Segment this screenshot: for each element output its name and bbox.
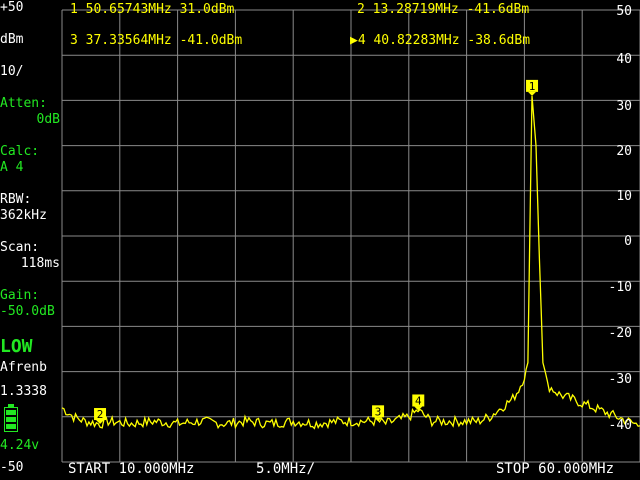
grid: [61, 9, 640, 463]
y-tick-label: -30: [608, 372, 632, 387]
marker-2-flag[interactable]: 2: [94, 408, 107, 425]
marker-2-readout[interactable]: 2 13.28719MHz -41.6dBm: [357, 2, 529, 17]
y-tick-label: 10: [616, 189, 632, 204]
marker-4-flag[interactable]: 4: [412, 394, 425, 411]
y-tick-label: 0: [624, 234, 632, 249]
right-axis: 50 40 30 20 10 0 -10 -20 -30 -40: [590, 0, 640, 480]
y-tick-label: -10: [608, 280, 632, 295]
stop-frequency[interactable]: STOP 60.000MHz: [496, 461, 614, 477]
svg-text:1: 1: [529, 80, 536, 93]
marker-1-readout[interactable]: 1 50.65743MHz 31.0dBm: [70, 2, 234, 17]
start-frequency[interactable]: START 10.000MHz: [68, 461, 194, 477]
per-division: 5.0MHz/: [256, 461, 316, 477]
marker-1-flag[interactable]: 1: [526, 79, 539, 96]
y-tick-label: 30: [616, 99, 632, 114]
svg-text:2: 2: [97, 408, 104, 421]
marker-3-readout[interactable]: 3 37.33564MHz -41.0dBm: [70, 33, 242, 48]
spectrum-display[interactable]: 1 2 3 4: [0, 0, 640, 480]
y-tick-label: 40: [616, 52, 632, 67]
active-marker-icon: ▶: [350, 33, 358, 48]
y-tick-label: 50: [616, 4, 632, 19]
svg-text:4: 4: [415, 394, 422, 407]
y-tick-label: 20: [616, 144, 632, 159]
svg-text:3: 3: [375, 405, 382, 418]
y-tick-label: -40: [608, 418, 632, 433]
marker-flags: 1 2 3 4: [94, 79, 539, 425]
y-tick-label: -20: [608, 326, 632, 341]
marker-4-readout[interactable]: ▶4 40.82283MHz -38.6dBm: [350, 33, 530, 48]
